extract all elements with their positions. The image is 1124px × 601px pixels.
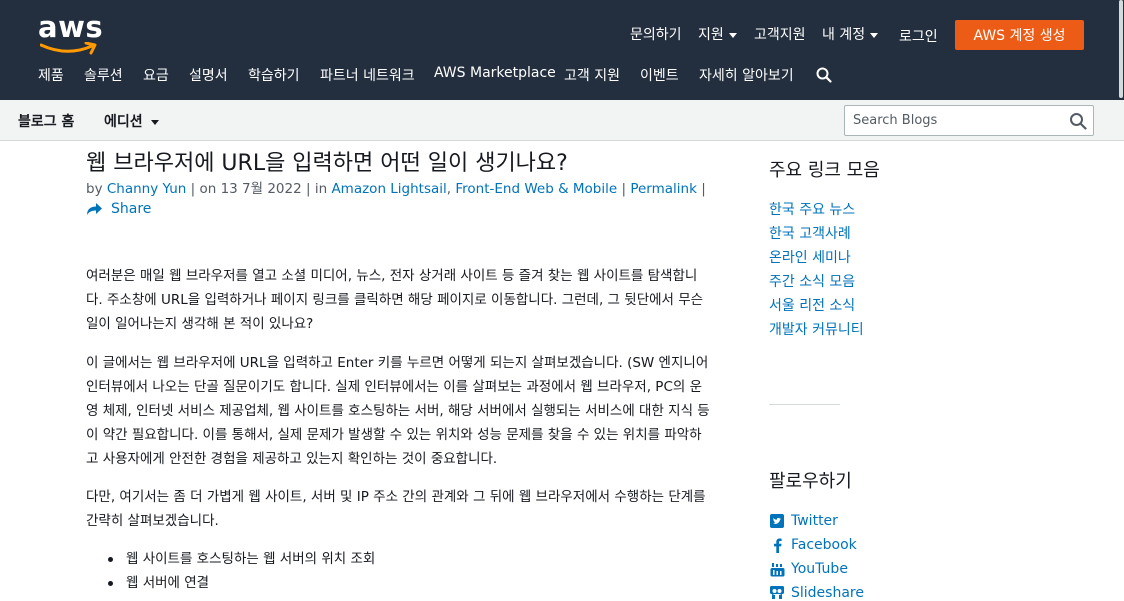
blog-search xyxy=(844,105,1094,136)
edition-dropdown[interactable]: 에디션 xyxy=(104,111,159,131)
nav-events[interactable]: 이벤트 xyxy=(640,65,679,85)
chevron-down-icon xyxy=(728,32,737,38)
sidebar-divider xyxy=(769,404,840,405)
global-header: aws 문의하기 지원 고객지원 내 계정 로그인 AWS 계정 생성 제품 솔… xyxy=(0,0,1124,100)
follow-slideshare[interactable]: Slideshare xyxy=(769,581,864,601)
by-prefix: by xyxy=(86,181,103,197)
sidebar-link-seoul-region[interactable]: 서울 리전 소식 xyxy=(769,294,864,318)
nav-documentation[interactable]: 설명서 xyxy=(189,65,228,85)
edition-label: 에디션 xyxy=(104,114,143,130)
article-paragraph: 이 글에서는 웹 브라우저에 URL을 입력하고 Enter 키를 누르면 어떻… xyxy=(86,355,710,467)
create-account-button[interactable]: AWS 계정 생성 xyxy=(955,20,1084,50)
nav-products[interactable]: 제품 xyxy=(38,65,64,85)
category-link-lightsail[interactable]: Amazon Lightsail xyxy=(331,181,446,197)
blog-search-input[interactable] xyxy=(845,106,1065,135)
follow-list: Twitter Facebook YouTube Slideshare xyxy=(769,509,864,601)
follow-label: Facebook xyxy=(791,537,857,553)
category-link-frontend[interactable]: Front-End Web & Mobile xyxy=(455,181,617,197)
sidebar-link-customer-cases[interactable]: 한국 고객사례 xyxy=(769,222,864,246)
nav-learn[interactable]: 학습하기 xyxy=(248,65,300,85)
twitter-icon xyxy=(769,514,785,528)
author-link[interactable]: Channy Yun xyxy=(107,181,186,197)
key-links-heading: 주요 링크 모음 xyxy=(769,160,880,181)
aws-logo-text: aws xyxy=(38,10,104,44)
sidebar-link-online-seminar[interactable]: 온라인 세미나 xyxy=(769,246,864,270)
nav-customer-support[interactable]: 고객 지원 xyxy=(564,65,620,85)
share-icon xyxy=(87,203,102,215)
sidebar-link-korea-news[interactable]: 한국 주요 뉴스 xyxy=(769,198,864,222)
list-item: 웹 사이트를 호스팅하는 웹 서버의 위치 조회 xyxy=(108,547,708,571)
aws-smile-icon xyxy=(40,42,97,55)
sidebar-link-weekly-news[interactable]: 주간 소식 모음 xyxy=(769,270,864,294)
permalink-link[interactable]: Permalink xyxy=(630,181,697,197)
article-paragraph: 여러분은 매일 웹 브라우저를 열고 소셜 미디어, 뉴스, 전자 상거래 사이… xyxy=(86,268,704,332)
nav-pricing[interactable]: 요금 xyxy=(143,65,169,85)
follow-youtube[interactable]: YouTube xyxy=(769,557,864,581)
follow-facebook[interactable]: Facebook xyxy=(769,533,864,557)
list-item: 웹 서버에 연결 xyxy=(108,571,708,595)
blog-home-link[interactable]: 블로그 홈 xyxy=(18,111,74,131)
meta-separator: | xyxy=(621,181,627,197)
nav-explore-more[interactable]: 자세히 알아보기 xyxy=(699,65,794,85)
follow-heading: 팔로우하기 xyxy=(769,471,852,492)
chevron-down-icon xyxy=(150,119,159,125)
follow-label: Twitter xyxy=(791,513,838,529)
key-links-list: 한국 주요 뉴스 한국 고객사례 온라인 세미나 주간 소식 모음 서울 리전 … xyxy=(769,198,864,342)
article-meta: by Channy Yun | on 13 7월 2022 | in Amazo… xyxy=(86,177,706,197)
follow-label: Slideshare xyxy=(791,585,864,601)
search-icon[interactable] xyxy=(1069,112,1087,130)
share-button[interactable]: Share xyxy=(86,201,151,217)
util-my-account-label: 내 계정 xyxy=(822,27,866,43)
sidebar-link-developer-community[interactable]: 개발자 커뮤니티 xyxy=(769,318,864,342)
util-sign-in[interactable]: 로그인 xyxy=(899,26,938,46)
aws-logo[interactable]: aws xyxy=(38,10,103,55)
category-separator: , xyxy=(446,181,452,197)
nav-marketplace[interactable]: AWS Marketplace xyxy=(434,65,556,81)
youtube-icon xyxy=(769,562,785,577)
facebook-icon xyxy=(769,538,785,553)
util-contact[interactable]: 문의하기 xyxy=(630,24,682,44)
nav-solutions[interactable]: 솔루션 xyxy=(84,65,123,85)
chevron-down-icon xyxy=(870,32,879,38)
util-my-account[interactable]: 내 계정 xyxy=(822,24,879,44)
article-bullet-list: 웹 사이트를 호스팅하는 웹 서버의 위치 조회 웹 서버에 연결 xyxy=(108,547,708,595)
page-scrollbar-thumb[interactable] xyxy=(1119,0,1123,98)
follow-label: YouTube xyxy=(791,561,848,577)
util-customer-support[interactable]: 고객지원 xyxy=(754,24,806,44)
nav-partner-network[interactable]: 파트너 네트워크 xyxy=(320,65,415,85)
article-paragraph: 다만, 여기서는 좀 더 가볍게 웹 사이트, 서버 및 IP 주소 간의 관계… xyxy=(86,489,706,529)
article-title: 웹 브라우저에 URL을 입력하면 어떤 일이 생기나요? xyxy=(86,151,568,176)
share-label: Share xyxy=(111,201,152,217)
blog-subnav: 블로그 홈 에디션 xyxy=(0,100,1124,141)
follow-twitter[interactable]: Twitter xyxy=(769,509,864,533)
meta-separator: | xyxy=(701,181,706,197)
util-support-label: 지원 xyxy=(698,27,724,43)
util-support[interactable]: 지원 xyxy=(698,24,737,44)
slideshare-icon xyxy=(769,585,785,601)
date-text: | on 13 7월 2022 | in xyxy=(190,181,328,197)
search-icon[interactable] xyxy=(816,67,832,83)
